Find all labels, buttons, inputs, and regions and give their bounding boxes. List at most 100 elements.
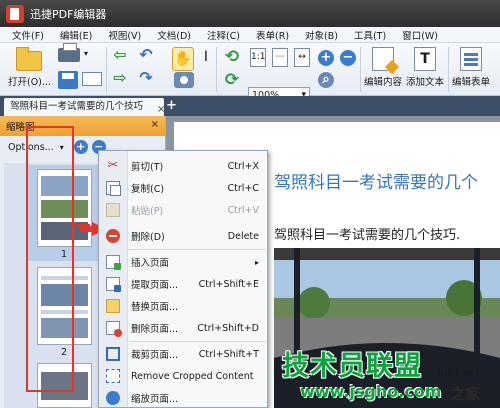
edit-content-button[interactable]: 编辑内容 — [364, 47, 402, 88]
menu-item-cut[interactable]: ✂ 剪切(T) Ctrl+X — [99, 155, 269, 177]
watermark-home-text: 之家 — [450, 385, 481, 403]
menu-item-delete-page[interactable]: 删除页面... Ctrl+Shift+D — [99, 317, 269, 339]
rotate-right-icon[interactable]: ⟳ — [222, 70, 242, 90]
menu-item-label: 裁剪页面... — [131, 350, 179, 361]
close-panel-icon[interactable]: × — [151, 119, 159, 130]
extract-page-icon — [106, 277, 121, 292]
app-title: 迅捷PDF编辑器 — [30, 7, 107, 21]
annotation-highlight-box — [26, 126, 74, 392]
menu-item-paste: 粘贴(P) Ctrl+V — [99, 199, 269, 221]
menu-window[interactable]: 窗口(W) — [394, 28, 446, 42]
print-button[interactable] — [58, 43, 80, 62]
menu-file[interactable]: 文件(F) — [4, 28, 52, 42]
paste-icon — [106, 203, 120, 217]
panel-header: 缩略图 × — [0, 116, 165, 136]
menu-item-label: 复制(C) — [131, 184, 165, 195]
menu-item-shortcut: Ctrl+C — [227, 182, 260, 194]
document-tab-bar: 驾照科目一考试需要的几个技巧 × + — [0, 96, 500, 116]
thumbnail-zoom-in-icon[interactable]: + — [73, 140, 88, 154]
zoom-in-icon[interactable]: + — [318, 50, 334, 66]
back-arrow-icon[interactable]: ⇦ — [110, 47, 130, 63]
select-text-icon[interactable]: Ⅰ — [196, 47, 216, 67]
submenu-arrow-icon: ▸ — [254, 257, 259, 267]
rotate-left-icon[interactable]: ⟲ — [222, 47, 242, 67]
edit-form-button[interactable]: 编辑表单 — [452, 47, 490, 88]
crop-page-icon — [106, 347, 120, 361]
menu-form[interactable]: 表单(R) — [248, 28, 297, 42]
menu-item-label: 插入页面 — [131, 258, 170, 269]
add-text-button[interactable]: T 添加文本 — [406, 47, 444, 88]
edit-form-label: 编辑表单 — [452, 77, 491, 88]
hand-tool-icon[interactable]: ✋ — [172, 47, 194, 71]
menu-object[interactable]: 对象(B) — [297, 28, 346, 42]
menu-view[interactable]: 视图(V) — [100, 28, 149, 42]
redo-icon[interactable]: ↷ — [136, 70, 156, 86]
edit-content-icon — [372, 47, 394, 71]
scissors-icon: ✂ — [107, 158, 119, 173]
undo-icon[interactable]: ↶ — [136, 47, 156, 63]
open-button[interactable]: 打开(O)... — [8, 47, 51, 88]
replace-page-icon — [106, 299, 120, 313]
print-dropdown-button[interactable]: ▾ — [84, 48, 88, 59]
fit-page-icon[interactable]: ⋯ — [272, 48, 288, 67]
menu-item-delete[interactable]: 删除(D) Delete — [99, 225, 269, 247]
add-text-label: 添加文本 — [406, 77, 445, 88]
menu-item-replace-page[interactable]: 替换页面... — [99, 295, 269, 317]
menu-item-crop-page[interactable]: 裁剪页面... Ctrl+Shift+T — [99, 343, 269, 365]
context-menu: ✂ 剪切(T) Ctrl+X 复制(C) Ctrl+C 粘贴(P) Ctrl+V… — [98, 150, 268, 408]
toolbar-separator — [448, 47, 449, 92]
email-icon — [82, 72, 102, 86]
menu-item-remove-cropped-content[interactable]: Remove Cropped Content — [99, 365, 269, 387]
new-tab-icon[interactable]: + — [166, 98, 177, 113]
fit-width-icon[interactable]: ↔ — [294, 48, 310, 67]
menu-separator — [129, 249, 265, 250]
menu-item-label: 剪切(T) — [131, 162, 164, 173]
menu-item-label: 替换页面... — [131, 302, 179, 313]
resize-page-icon — [106, 391, 120, 405]
printer-icon — [58, 43, 80, 62]
document-tab-label: 驾照科目一考试需要的几个技巧 — [10, 101, 144, 112]
document-tab[interactable]: 驾照科目一考试需要的几个技巧 × — [4, 98, 165, 116]
menu-item-extract-page[interactable]: 提取页面... Ctrl+Shift+E — [99, 273, 269, 295]
delete-icon — [106, 229, 120, 243]
menu-item-resize-page[interactable]: 缩放页面... — [99, 387, 269, 408]
zoom-out-icon[interactable]: − — [340, 50, 356, 66]
menu-item-shortcut: Ctrl+V — [227, 204, 259, 216]
toolbar-separator — [360, 47, 361, 92]
menu-item-insert-page[interactable]: 插入页面 ▸ — [99, 251, 269, 273]
menu-item-shortcut: Ctrl+Shift+T — [198, 348, 259, 360]
save-icon — [58, 71, 78, 89]
toolbar-separator — [106, 47, 107, 92]
menu-item-shortcut: Ctrl+Shift+D — [197, 322, 259, 334]
menu-tools[interactable]: 工具(T) — [346, 28, 394, 42]
snapshot-icon[interactable] — [174, 72, 194, 88]
menu-document[interactable]: 文档(D) — [149, 28, 199, 42]
menu-item-label: 删除(D) — [131, 232, 165, 243]
menu-item-copy[interactable]: 复制(C) Ctrl+C — [99, 177, 269, 199]
menu-item-shortcut: Ctrl+X — [227, 160, 259, 172]
zoom-tool-icon[interactable]: ⌕ — [318, 72, 334, 88]
forward-arrow-icon[interactable]: ⇨ — [110, 70, 130, 86]
folder-icon — [16, 47, 43, 71]
open-label: 打开(O)... — [8, 77, 51, 88]
menu-item-shortcut: Delete — [227, 230, 259, 242]
email-button[interactable] — [82, 72, 102, 86]
menu-item-label: 提取页面... — [131, 280, 179, 291]
title-bar: 迅捷PDF编辑器 — [0, 0, 500, 27]
app-logo-icon — [6, 4, 24, 23]
menu-edit[interactable]: 编辑(E) — [52, 28, 100, 42]
delete-page-icon — [106, 321, 122, 337]
menu-bar: 文件(F) 编辑(E) 视图(V) 文档(D) 注释(C) 表单(R) 对象(B… — [0, 27, 500, 43]
toolbar: 打开(O)... ▾ ⇦ ⇨ ↶ ↷ ✋ Ⅰ ⟲ ⟳ 1:1 ⋯ ↔ 100% … — [0, 43, 500, 104]
edit-form-icon — [460, 47, 482, 71]
actual-size-icon[interactable]: 1:1 — [250, 48, 266, 67]
menu-item-label: 缩放页面... — [131, 394, 179, 405]
watermark-logo-text: 技术员联盟 — [282, 351, 422, 382]
menu-item-shortcut: Ctrl+Shift+E — [198, 278, 259, 290]
toolbar-separator — [216, 47, 217, 92]
menu-separator — [129, 341, 265, 342]
menu-item-label: 删除页面... — [131, 324, 179, 335]
menu-comment[interactable]: 注释(C) — [199, 28, 248, 42]
save-button[interactable] — [58, 71, 78, 89]
watermark-right-text: jb51.net — [438, 368, 480, 379]
